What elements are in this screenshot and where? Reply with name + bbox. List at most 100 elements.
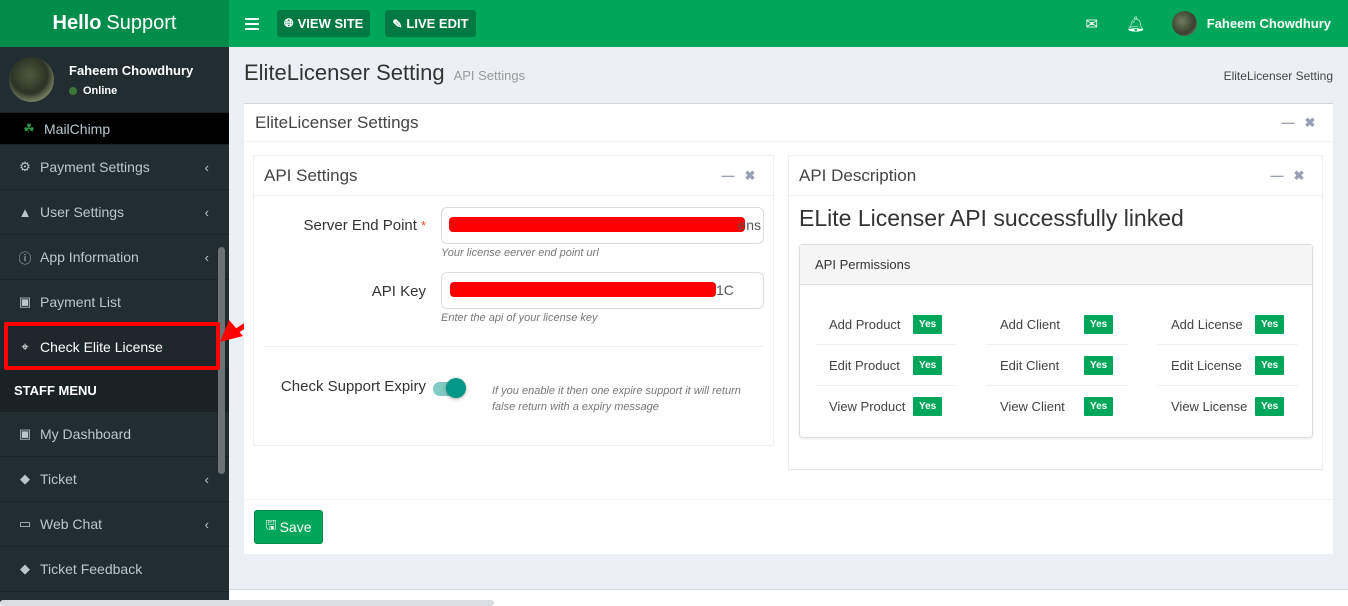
- api-settings-title: API Settings: [264, 165, 358, 185]
- page-subtitle: API Settings: [453, 68, 526, 83]
- envelope-icon[interactable]: ✉︎: [1070, 15, 1114, 33]
- view-site-button[interactable]: 🌐︎ VIEW SITE: [277, 10, 371, 37]
- sidebar-item-payment-settings[interactable]: ⚙ Payment Settings ‹: [0, 144, 229, 189]
- permission-status-badge: Yes: [913, 397, 943, 416]
- sidebar-item-user-settings[interactable]: ▲ User Settings ‹: [0, 189, 229, 234]
- avatar: [1171, 11, 1197, 36]
- minimize-icon[interactable]: —: [1266, 168, 1288, 183]
- permission-item: View Product Yes: [815, 386, 956, 427]
- sidebar-item-web-chat[interactable]: ▭ Web Chat ‹: [0, 501, 229, 546]
- minimize-icon[interactable]: —: [717, 168, 739, 183]
- sidebar-item-label: My Dashboard: [40, 426, 132, 442]
- logo-bold: Hello: [52, 12, 102, 34]
- toggle-knob: [446, 378, 466, 398]
- close-icon[interactable]: ✖: [1288, 168, 1310, 184]
- chevron-left-icon: ‹: [204, 471, 209, 487]
- status-label: Online: [83, 84, 118, 97]
- chat-icon: ▭: [18, 516, 32, 531]
- redaction-mark: [450, 282, 716, 297]
- top-navbar: 🌐︎ VIEW SITE ✎ LIVE EDIT ✉︎ 🔔︎ Faheem Ch…: [229, 0, 1348, 47]
- api-permissions-heading: API Permissions: [800, 245, 1312, 285]
- chevron-left-icon: ‹: [204, 204, 209, 220]
- permission-label: Edit Client: [1000, 357, 1060, 373]
- dashboard-icon: ▣: [18, 426, 32, 441]
- sidebar-item-check-elite-license[interactable]: ⌖ Check Elite License: [0, 324, 229, 369]
- permission-item: Add Product Yes: [815, 304, 956, 345]
- money-icon: ▣: [18, 294, 32, 309]
- permission-item: Edit Client Yes: [986, 345, 1127, 386]
- check-support-expiry-label: Check Support Expiry: [280, 378, 426, 395]
- redaction-mark: [449, 217, 745, 232]
- permission-label: View License: [1171, 399, 1248, 414]
- api-key-input[interactable]: 1C: [441, 272, 764, 309]
- live-edit-button[interactable]: ✎ LIVE EDIT: [385, 10, 476, 37]
- online-dot-icon: [69, 86, 77, 95]
- input-visible-tail: ens: [738, 217, 761, 233]
- breadcrumb[interactable]: EliteLicenser Setting: [1224, 69, 1333, 83]
- minimize-icon[interactable]: —: [1277, 115, 1299, 130]
- nav-user-name: Faheem Chowdhury: [1206, 16, 1331, 31]
- staff-menu-header: STAFF MENU: [0, 369, 229, 411]
- sidebar-item-mailchimp[interactable]: ☘ MailChimp: [0, 112, 229, 144]
- permission-item: View License Yes: [1157, 386, 1298, 427]
- crosshair-icon: ⌖: [21, 339, 29, 354]
- mailchimp-icon: ☘: [23, 120, 35, 136]
- permission-status-badge: Yes: [1084, 397, 1114, 416]
- required-marker: *: [420, 218, 426, 233]
- save-button[interactable]: 🖫︎ Save: [254, 510, 323, 544]
- avatar: [9, 57, 54, 102]
- hamburger-icon[interactable]: [245, 15, 259, 33]
- permission-label: View Product: [829, 399, 906, 414]
- api-permissions-panel: API Permissions Add Product Yes Add Client…: [799, 244, 1313, 438]
- user-icon: ▲: [18, 204, 32, 220]
- permission-status-badge: Yes: [1255, 397, 1285, 416]
- chevron-left-icon: ‹: [204, 516, 209, 532]
- user-panel: Faheem Chowdhury Online: [0, 47, 229, 112]
- sidebar-item-my-dashboard[interactable]: ▣ My Dashboard: [0, 411, 229, 456]
- permission-status-badge: Yes: [1084, 314, 1114, 334]
- sidebar-item-ticket-feedback[interactable]: ◆ Ticket Feedback: [0, 546, 229, 591]
- bell-icon[interactable]: 🔔︎: [1114, 15, 1158, 33]
- user-status: Online: [69, 85, 193, 97]
- support-expiry-toggle[interactable]: [431, 377, 467, 399]
- permissions-grid: Add Product Yes Add Client Yes Add License Ye…: [815, 304, 1298, 427]
- live-edit-label: LIVE EDIT: [406, 16, 469, 31]
- server-end-point-label: Server End Point *: [303, 217, 426, 234]
- sidebar-item-label: Ticket Feedback: [40, 561, 143, 577]
- logo-text: Support: [106, 12, 177, 34]
- server-end-point-input[interactable]: ens: [441, 207, 764, 244]
- sidebar-item-ticket[interactable]: ◆ Ticket ‹: [0, 456, 229, 501]
- close-icon[interactable]: ✖: [1299, 115, 1321, 131]
- horizontal-scrollbar[interactable]: [0, 600, 494, 606]
- sidebar-item-label: Payment List: [40, 294, 121, 310]
- sidebar-item-label: Check Elite License: [40, 339, 163, 355]
- sidebar-item-label: App Information: [40, 249, 139, 265]
- permission-status-badge: Yes: [1255, 355, 1285, 375]
- ticket-icon: ◆: [20, 471, 30, 486]
- support-expiry-help: If you enable it then one expire support…: [492, 385, 741, 413]
- permission-item: Add License Yes: [1157, 304, 1298, 345]
- sidebar-item-app-information[interactable]: ⓘ App Information ‹: [0, 234, 229, 279]
- view-site-label: VIEW SITE: [297, 16, 364, 31]
- ticket-icon: ◆: [20, 561, 30, 576]
- sidebar-item-label: MailChimp: [44, 120, 111, 137]
- permission-status-badge: Yes: [913, 314, 943, 334]
- sidebar-item-payment-list[interactable]: ▣ Payment List: [0, 279, 229, 324]
- app-logo[interactable]: Hello Support: [0, 0, 229, 47]
- user-menu[interactable]: Faheem Chowdhury: [1171, 11, 1331, 36]
- gear-icon: ⚙: [19, 159, 31, 174]
- sidebar: Faheem Chowdhury Online ☘ MailChimp ⚙ Pa…: [0, 47, 229, 603]
- close-icon[interactable]: ✖: [739, 168, 761, 184]
- save-label: Save: [279, 519, 312, 535]
- chevron-left-icon: ‹: [204, 249, 209, 265]
- sidebar-scrollbar[interactable]: [218, 247, 225, 474]
- sidebar-item-label: Ticket: [40, 471, 77, 487]
- permission-status-badge: Yes: [1084, 355, 1114, 375]
- box-title: EliteLicenser Settings: [255, 112, 419, 132]
- permission-label: Edit Product: [829, 357, 900, 373]
- page-title: EliteLicenser Setting: [244, 60, 445, 85]
- permission-item: Add Client Yes: [986, 304, 1127, 345]
- permission-status-badge: Yes: [913, 355, 943, 375]
- api-linked-message: ELite Licenser API successfully linked: [799, 205, 1184, 231]
- content-header: EliteLicenser Setting API Settings Elite…: [244, 60, 1333, 92]
